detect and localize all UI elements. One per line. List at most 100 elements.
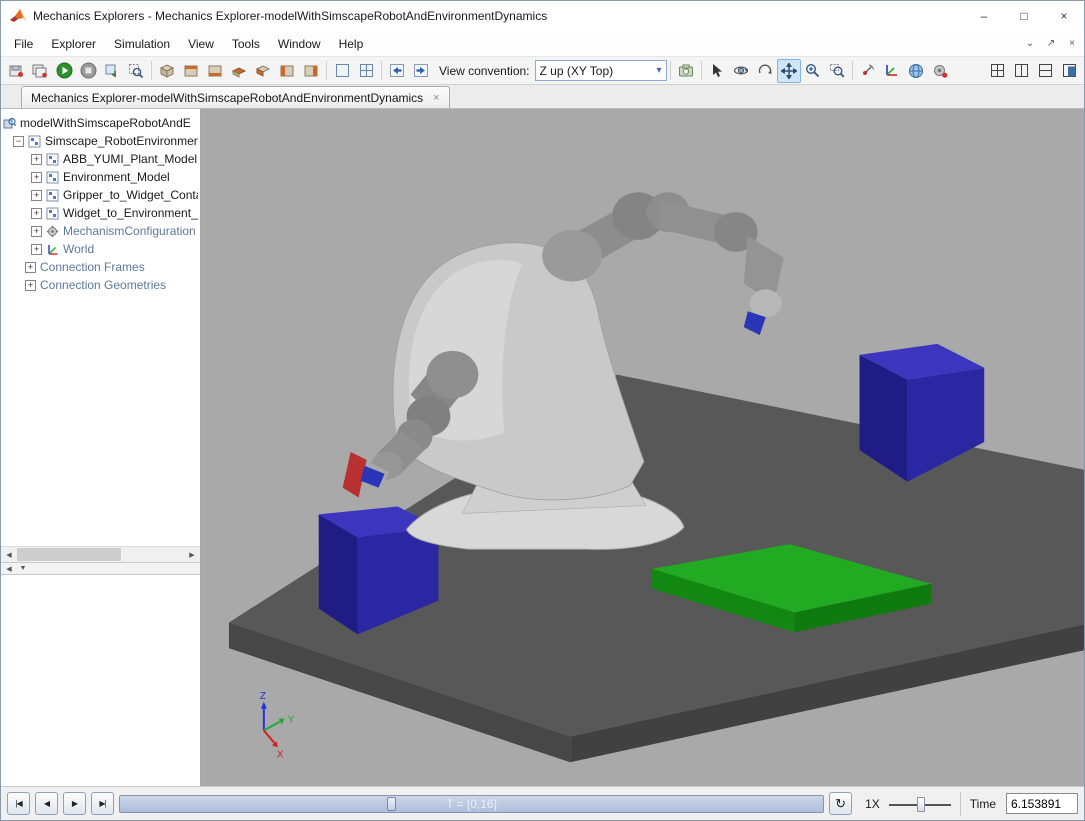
stop-button[interactable] <box>76 59 100 83</box>
view-isometric-icon[interactable] <box>155 59 179 83</box>
loop-playback-button[interactable]: ↻ <box>829 792 852 815</box>
playbar-separator <box>960 792 961 816</box>
expand-icon[interactable]: + <box>31 172 42 183</box>
orbit-tool-icon[interactable] <box>729 59 753 83</box>
scroll-left-icon[interactable]: ◀ <box>1 547 17 562</box>
window-layout-vsplit-icon[interactable] <box>1009 59 1033 83</box>
fit-to-view-icon[interactable] <box>124 59 148 83</box>
view-bottom-icon[interactable] <box>251 59 275 83</box>
view-left-icon[interactable] <box>275 59 299 83</box>
log-playback-icon[interactable] <box>100 59 124 83</box>
properties-pane-empty <box>1 575 200 786</box>
subsystem-icon <box>46 171 59 184</box>
menu-file[interactable]: File <box>5 33 42 55</box>
camera-previous-icon[interactable] <box>385 59 409 83</box>
chevron-down-icon: ▾ <box>656 65 661 76</box>
expand-icon[interactable]: + <box>25 280 36 291</box>
panel-splitter[interactable]: ◀ ▼ <box>1 562 200 575</box>
layout-quad-pane-icon[interactable] <box>354 59 378 83</box>
menu-window[interactable]: Window <box>269 33 330 55</box>
tree-item-mechanism-configuration[interactable]: + MechanismConfiguration <box>1 222 200 240</box>
select-tool-icon[interactable] <box>705 59 729 83</box>
collapse-icon[interactable]: − <box>13 136 24 147</box>
snapshot-icon[interactable] <box>674 59 698 83</box>
frame-axes-icon[interactable] <box>880 59 904 83</box>
tree-item-root[interactable]: modelWithSimscapeRobotAndE <box>1 114 200 132</box>
pan-tool-icon[interactable] <box>777 59 801 83</box>
speed-slider[interactable] <box>889 794 951 814</box>
close-button[interactable]: × <box>1044 1 1084 31</box>
tree-item-world[interactable]: + World <box>1 240 200 258</box>
tree-item-label: modelWithSimscapeRobotAndE <box>20 116 191 130</box>
minimize-button[interactable]: – <box>964 1 1004 31</box>
tree-item-connection-geometries[interactable]: + Connection Geometries <box>1 276 200 294</box>
menu-bar: File Explorer Simulation View Tools Wind… <box>1 31 1084 57</box>
step-forward-button[interactable]: ▶| <box>91 792 114 815</box>
tree-item-label: ABB_YUMI_Plant_Model <box>63 152 197 166</box>
maximize-button[interactable]: □ <box>1004 1 1044 31</box>
toolbar-separator <box>326 61 327 80</box>
scroll-right-icon[interactable]: ▶ <box>184 547 200 562</box>
tree-item-widget-to-environment[interactable]: + Widget_to_Environment_ <box>1 204 200 222</box>
expand-icon[interactable]: + <box>31 226 42 237</box>
view-front-icon[interactable] <box>179 59 203 83</box>
menu-simulation[interactable]: Simulation <box>105 33 179 55</box>
window-layout-single-icon[interactable] <box>1057 59 1081 83</box>
expand-icon[interactable]: + <box>25 262 36 273</box>
roll-tool-icon[interactable] <box>753 59 777 83</box>
play-button[interactable]: ▶ <box>63 792 86 815</box>
menu-explorer[interactable]: Explorer <box>42 33 105 55</box>
menu-tools[interactable]: Tools <box>223 33 269 55</box>
time-slider-handle[interactable] <box>387 797 396 811</box>
undock-icon[interactable]: ↗ <box>1042 36 1060 51</box>
splitter-collapse-down-icon[interactable]: ▼ <box>17 565 29 572</box>
tree-item-gripper-to-widget-contact[interactable]: + Gripper_to_Widget_Conta <box>1 186 200 204</box>
tree-item-label: Connection Geometries <box>40 278 166 292</box>
tab-mechanics-explorer[interactable]: Mechanics Explorer-modelWithSimscapeRobo… <box>21 86 450 108</box>
speed-slider-thumb[interactable] <box>917 797 925 812</box>
expand-icon[interactable]: + <box>31 208 42 219</box>
menu-view[interactable]: View <box>179 33 223 55</box>
scrollbar-track[interactable] <box>17 547 184 562</box>
time-input[interactable] <box>1006 793 1078 814</box>
tree-item-abb-yumi-plant-model[interactable]: + ABB_YUMI_Plant_Model <box>1 150 200 168</box>
zoom-in-tool-icon[interactable] <box>801 59 825 83</box>
go-to-start-button[interactable]: |◀ <box>7 792 30 815</box>
expand-icon[interactable]: + <box>31 154 42 165</box>
view-convention-dropdown[interactable]: Z up (XY Top) ▾ <box>535 60 667 81</box>
panel-close-icon[interactable]: × <box>1063 36 1081 51</box>
rotate-about-point-icon[interactable] <box>856 59 880 83</box>
globe-icon[interactable] <box>904 59 928 83</box>
view-right-icon[interactable] <box>299 59 323 83</box>
view-top-icon[interactable] <box>227 59 251 83</box>
save-explorer-icon[interactable] <box>4 59 28 83</box>
tree-item-connection-frames[interactable]: + Connection Frames <box>1 258 200 276</box>
window-layout-hsplit-icon[interactable] <box>1033 59 1057 83</box>
splitter-collapse-left-icon[interactable]: ◀ <box>3 565 15 573</box>
viewport-3d[interactable]: Z Y X <box>201 109 1084 786</box>
tree-item-environment-model[interactable]: + Environment_Model <box>1 168 200 186</box>
tree-horizontal-scrollbar[interactable]: ◀ ▶ <box>1 546 200 562</box>
step-back-button[interactable]: ◀ <box>35 792 58 815</box>
title-bar: Mechanics Explorers - Mechanics Explorer… <box>1 1 1084 31</box>
view-back-icon[interactable] <box>203 59 227 83</box>
expand-icon[interactable]: + <box>31 190 42 201</box>
menu-collapse-icon[interactable]: ⌄ <box>1021 36 1039 51</box>
time-slider[interactable]: T = [0,16] <box>119 795 824 813</box>
tab-close-icon[interactable]: × <box>433 92 439 104</box>
record-video-icon[interactable] <box>928 59 952 83</box>
menu-help[interactable]: Help <box>330 33 373 55</box>
camera-next-icon[interactable] <box>409 59 433 83</box>
tree-item-simscape-robotenvironment[interactable]: − Simscape_RobotEnvironmen <box>1 132 200 150</box>
save-all-icon[interactable] <box>28 59 52 83</box>
window-title: Mechanics Explorers - Mechanics Explorer… <box>33 9 964 23</box>
scrollbar-thumb[interactable] <box>17 548 121 561</box>
run-button[interactable] <box>52 59 76 83</box>
zoom-region-tool-icon[interactable] <box>825 59 849 83</box>
window-layout-quad-icon[interactable] <box>985 59 1009 83</box>
playback-speed-label: 1X <box>865 797 880 811</box>
subsystem-icon <box>28 135 41 148</box>
layout-single-pane-icon[interactable] <box>330 59 354 83</box>
subsystem-icon <box>46 189 59 202</box>
expand-icon[interactable]: + <box>31 244 42 255</box>
